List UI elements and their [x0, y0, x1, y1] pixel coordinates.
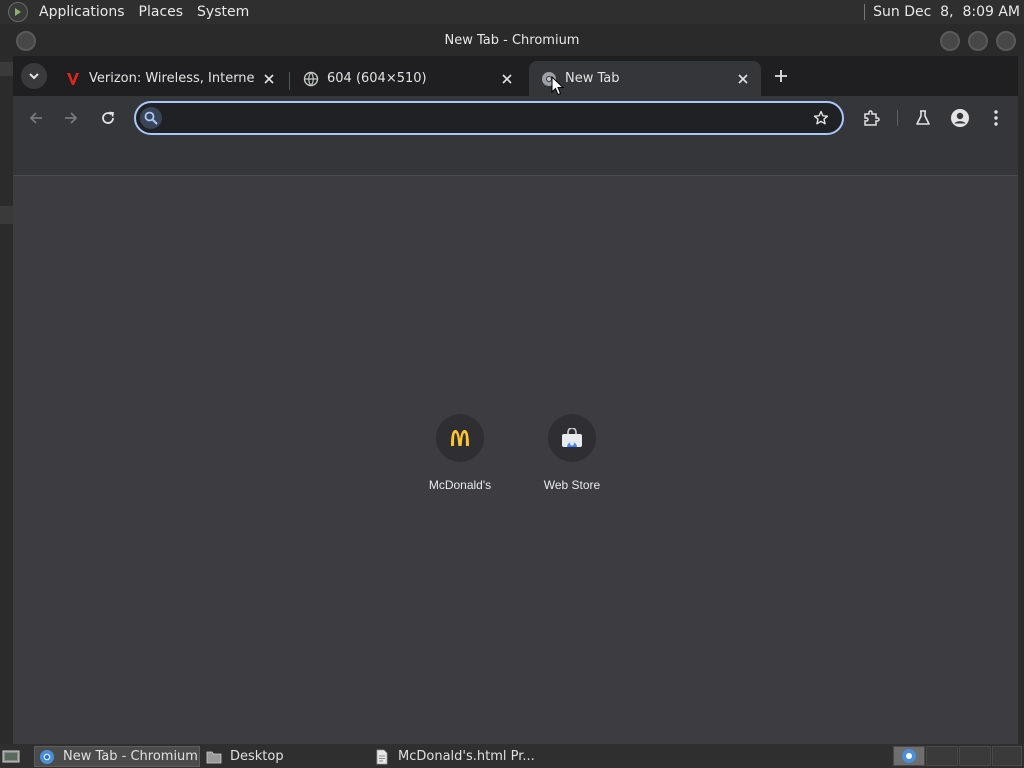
window-menu-button[interactable]	[16, 31, 36, 51]
panel-separator	[864, 4, 866, 20]
puzzle-icon	[864, 110, 880, 126]
shortcut-mcdonalds[interactable]: McDonald's	[404, 414, 516, 498]
window-title: New Tab - Chromium	[444, 32, 580, 48]
maximize-button[interactable]	[968, 31, 988, 51]
plus-icon	[775, 70, 787, 82]
globe-icon	[303, 71, 319, 87]
tab-strip: Verizon: Wireless, Internet, TV 604 (604…	[13, 56, 1018, 96]
shortcut-label: McDonald's	[428, 478, 492, 492]
extensions-button[interactable]	[859, 106, 883, 130]
workspace-4[interactable]	[992, 746, 1022, 766]
browser-toolbar	[13, 96, 1018, 176]
profile-button[interactable]	[948, 106, 972, 130]
tab-search-button[interactable]	[21, 63, 47, 89]
kebab-menu-icon	[994, 110, 998, 126]
mouse-cursor-icon	[551, 76, 565, 96]
gnome-foot-icon[interactable]	[8, 2, 28, 22]
clock[interactable]: Sun Dec 8, 8:09 AM	[864, 0, 1020, 24]
tab-604-image[interactable]: 604 (604×510)	[291, 61, 525, 96]
bookmark-star-icon[interactable]	[812, 109, 830, 127]
reload-button[interactable]	[96, 106, 120, 130]
workspace-3[interactable]	[959, 746, 991, 766]
arrow-right-icon	[65, 112, 78, 124]
clock-label: Sun Dec 8, 8:09 AM	[873, 4, 1020, 20]
web-store-icon	[562, 428, 582, 447]
chevron-down-icon	[29, 73, 39, 80]
taskbar-item-label: Desktop	[230, 749, 284, 764]
workspace-1[interactable]	[893, 746, 925, 766]
back-button[interactable]	[24, 106, 48, 130]
close-window-button[interactable]	[996, 31, 1016, 51]
labs-button[interactable]	[911, 106, 935, 130]
top-panel: Applications Places System Sun Dec 8, 8:…	[0, 0, 1024, 24]
shortcut-tile[interactable]	[548, 414, 596, 462]
chromium-icon	[902, 749, 916, 763]
taskbar-item-chromium[interactable]: New Tab - Chromium	[34, 746, 200, 767]
tab-title: 604 (604×510)	[327, 71, 427, 86]
taskbar-item-label: McDonald's.html Pr...	[398, 749, 535, 764]
new-tab-button[interactable]	[769, 64, 793, 88]
shortcut-label: Web Store	[543, 478, 601, 492]
new-tab-page: McDonald's Web Store	[13, 176, 1018, 744]
background-window-block	[0, 206, 13, 224]
places-menu[interactable]: Places	[132, 4, 191, 20]
search-icon	[140, 107, 162, 129]
arrow-left-icon	[29, 112, 42, 124]
taskbar-item-desktop[interactable]: Desktop	[202, 746, 368, 767]
toolbar-separator	[897, 110, 898, 126]
folder-icon	[206, 749, 222, 765]
address-bar[interactable]	[134, 101, 844, 135]
window-border-right	[1018, 56, 1024, 744]
tab-separator	[289, 72, 290, 90]
shortcut-tile[interactable]	[436, 414, 484, 462]
flask-icon	[916, 110, 930, 125]
shortcut-web-store[interactable]: Web Store	[516, 414, 628, 498]
bottom-panel: New Tab - Chromium Desktop McDonald's.ht…	[0, 744, 1024, 768]
show-desktop-button[interactable]	[2, 746, 24, 767]
taskbar-item-label: New Tab - Chromium	[63, 749, 198, 764]
address-input[interactable]	[172, 107, 772, 129]
close-icon[interactable]	[261, 71, 277, 87]
mcdonalds-logo-icon	[451, 430, 469, 446]
background-window-block	[0, 62, 13, 76]
workspace-2[interactable]	[926, 746, 958, 766]
minimize-button[interactable]	[940, 31, 960, 51]
verizon-v-icon	[65, 71, 81, 87]
system-menu[interactable]: System	[190, 4, 256, 20]
forward-button[interactable]	[59, 106, 83, 130]
window-titlebar[interactable]: New Tab - Chromium	[0, 24, 1024, 56]
close-icon[interactable]	[735, 71, 751, 87]
desktop-icon	[2, 750, 20, 762]
tab-title: New Tab	[565, 71, 620, 86]
account-icon	[951, 109, 969, 127]
close-icon[interactable]	[499, 71, 515, 87]
document-icon	[374, 749, 390, 765]
chromium-icon	[39, 749, 55, 765]
applications-menu[interactable]: Applications	[32, 4, 132, 20]
tab-verizon[interactable]: Verizon: Wireless, Internet, TV	[53, 61, 287, 96]
tab-title: Verizon: Wireless, Internet, TV	[89, 71, 255, 86]
taskbar-item-mcdonalds-html[interactable]: McDonald's.html Pr...	[370, 746, 536, 767]
background-window-edge	[0, 56, 13, 744]
menu-button[interactable]	[984, 106, 1008, 130]
reload-icon	[102, 111, 115, 124]
